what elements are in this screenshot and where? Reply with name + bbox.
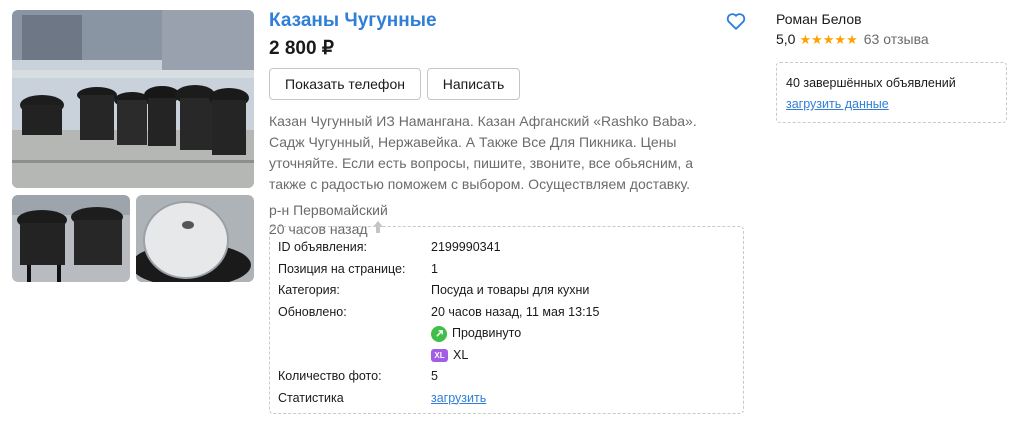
seller-stats-box: 40 завершённых объявлений загрузить данн… (776, 62, 1007, 123)
rating-value: 5,0 (776, 31, 796, 47)
info-label: Статистика (278, 390, 344, 405)
info-value: 5 (431, 369, 438, 383)
promoted-label: Продвинуто (452, 326, 522, 340)
listing-location: р-н Первомайский (269, 202, 388, 218)
load-stats-link[interactable]: загрузить (431, 388, 486, 410)
seller-name[interactable]: Роман Белов (776, 10, 1008, 29)
listing-main: Казаны Чугунные 2 800 ₽ Показать телефон… (269, 8, 747, 239)
info-value: 2199990341 (431, 240, 501, 254)
info-label: Количество фото: (278, 369, 382, 383)
reviews-link[interactable]: 63 отзыва (864, 30, 929, 49)
info-value: 1 (431, 261, 438, 276)
load-data-link[interactable]: загрузить данные (786, 97, 889, 111)
info-value: Посуда и товары для кухни (431, 283, 590, 297)
info-label: ID объявления: (278, 240, 367, 254)
heart-icon[interactable] (725, 10, 747, 32)
info-row-photo-count: Количество фото: 5 (278, 366, 743, 388)
star-icon: ★★★★★ (799, 32, 858, 47)
thumbnail-photo[interactable] (12, 195, 130, 282)
completed-listings: 40 завершённых объявлений (786, 76, 956, 90)
info-row-id: ID объявления: 2199990341 (278, 237, 743, 259)
xl-label: XL (453, 347, 469, 362)
info-label: Категория: (278, 283, 340, 297)
seller-panel: Роман Белов 5,0 ★★★★★ 63 отзыва (776, 10, 1008, 49)
info-row-category: Категория: Посуда и товары для кухни (278, 280, 743, 302)
promoted-icon (431, 325, 447, 342)
listing-title[interactable]: Казаны Чугунные (269, 8, 747, 34)
info-label: Обновлено: (278, 304, 347, 319)
info-row-stats: Статистика загрузить (278, 388, 743, 410)
seller-rating: 5,0 ★★★★★ 63 отзыва (776, 30, 1008, 49)
main-photo[interactable] (12, 10, 254, 188)
listing-info-box: ID объявления: 2199990341 Позиция на стр… (269, 226, 744, 414)
write-message-button[interactable]: Написать (427, 68, 520, 100)
info-value: 20 часов назад, 11 мая 13:15 (431, 304, 600, 319)
thumbnail-photo[interactable] (136, 195, 254, 282)
info-row-updated: Обновлено: 20 часов назад, 11 мая 13:15 (278, 302, 743, 324)
listing-price: 2 800 ₽ (269, 38, 334, 59)
listing-description: Казан Чугунный ИЗ Намангана. Казан Афган… (269, 113, 697, 192)
info-row-position: Позиция на странице: 1 (278, 259, 743, 281)
show-phone-button[interactable]: Показать телефон (269, 68, 421, 100)
info-row-xl: XL XL (278, 345, 743, 367)
xl-icon: XL (431, 348, 448, 362)
info-label: Позиция на странице: (278, 261, 406, 276)
info-row-promoted: Продвинуто (278, 323, 743, 345)
